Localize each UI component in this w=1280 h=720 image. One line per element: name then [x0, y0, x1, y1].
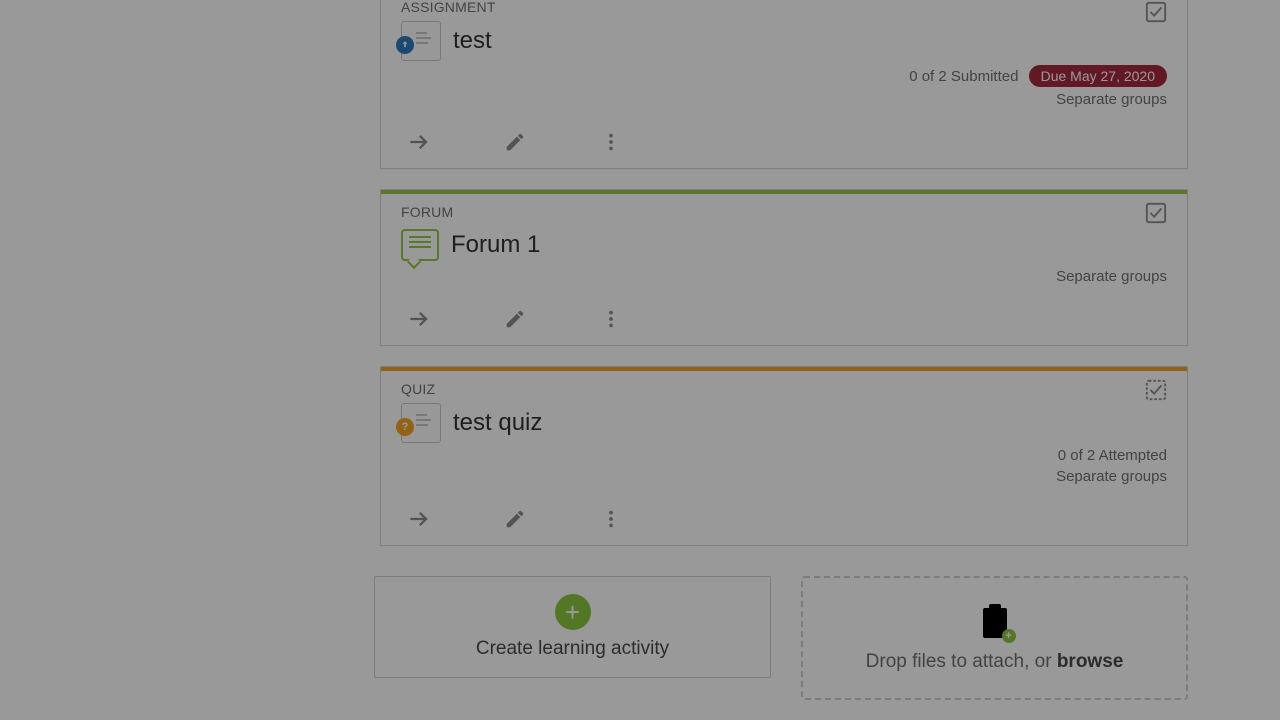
edit-button[interactable] — [497, 501, 533, 537]
open-button[interactable] — [401, 501, 437, 537]
open-button[interactable] — [401, 124, 437, 160]
add-badge-icon: + — [1002, 629, 1016, 643]
group-mode-label: Separate groups — [401, 91, 1167, 108]
group-mode-label: Separate groups — [401, 268, 1167, 285]
activity-type-label: FORUM — [401, 204, 1167, 220]
edit-button[interactable] — [497, 301, 533, 337]
attempted-count: 0 of 2 Attempted — [401, 447, 1167, 464]
activity-title[interactable]: test quiz — [453, 409, 542, 437]
quiz-icon: ? — [401, 403, 441, 443]
activity-card-quiz: QUIZ ? test quiz 0 of 2 Attempted Separa… — [380, 366, 1188, 546]
assignment-icon — [401, 21, 441, 61]
activity-type-label: QUIZ — [401, 381, 1167, 397]
activity-title[interactable]: Forum 1 — [451, 231, 540, 259]
clipboard-icon: + — [978, 603, 1012, 641]
create-activity-label: Create learning activity — [476, 638, 669, 660]
file-dropzone[interactable]: + Drop files to attach, or browse — [801, 576, 1188, 700]
create-learning-activity-button[interactable]: + Create learning activity — [374, 576, 771, 678]
completion-toggle[interactable] — [1145, 379, 1167, 401]
activity-type-label: ASSIGNMENT — [401, 0, 1167, 15]
more-menu-button[interactable] — [593, 301, 629, 337]
more-menu-button[interactable] — [593, 124, 629, 160]
question-badge-icon: ? — [396, 418, 414, 436]
activity-title[interactable]: test — [453, 27, 492, 55]
activity-card-forum: FORUM Forum 1 Separate groups — [380, 189, 1188, 346]
due-date-badge: Due May 27, 2020 — [1029, 65, 1167, 87]
more-menu-button[interactable] — [593, 501, 629, 537]
edit-button[interactable] — [497, 124, 533, 160]
group-mode-label: Separate groups — [401, 468, 1167, 485]
browse-link[interactable]: browse — [1057, 651, 1124, 672]
submitted-count: 0 of 2 Submitted — [909, 68, 1018, 85]
activity-card-assignment: ASSIGNMENT test 0 of 2 Submitted Due May… — [380, 0, 1188, 169]
open-button[interactable] — [401, 301, 437, 337]
completion-toggle[interactable] — [1145, 202, 1167, 224]
completion-toggle[interactable] — [1145, 1, 1167, 23]
forum-icon — [401, 226, 439, 264]
dropzone-label: Drop files to attach, or browse — [866, 651, 1124, 673]
upload-badge-icon — [396, 36, 414, 54]
plus-icon: + — [555, 594, 591, 630]
